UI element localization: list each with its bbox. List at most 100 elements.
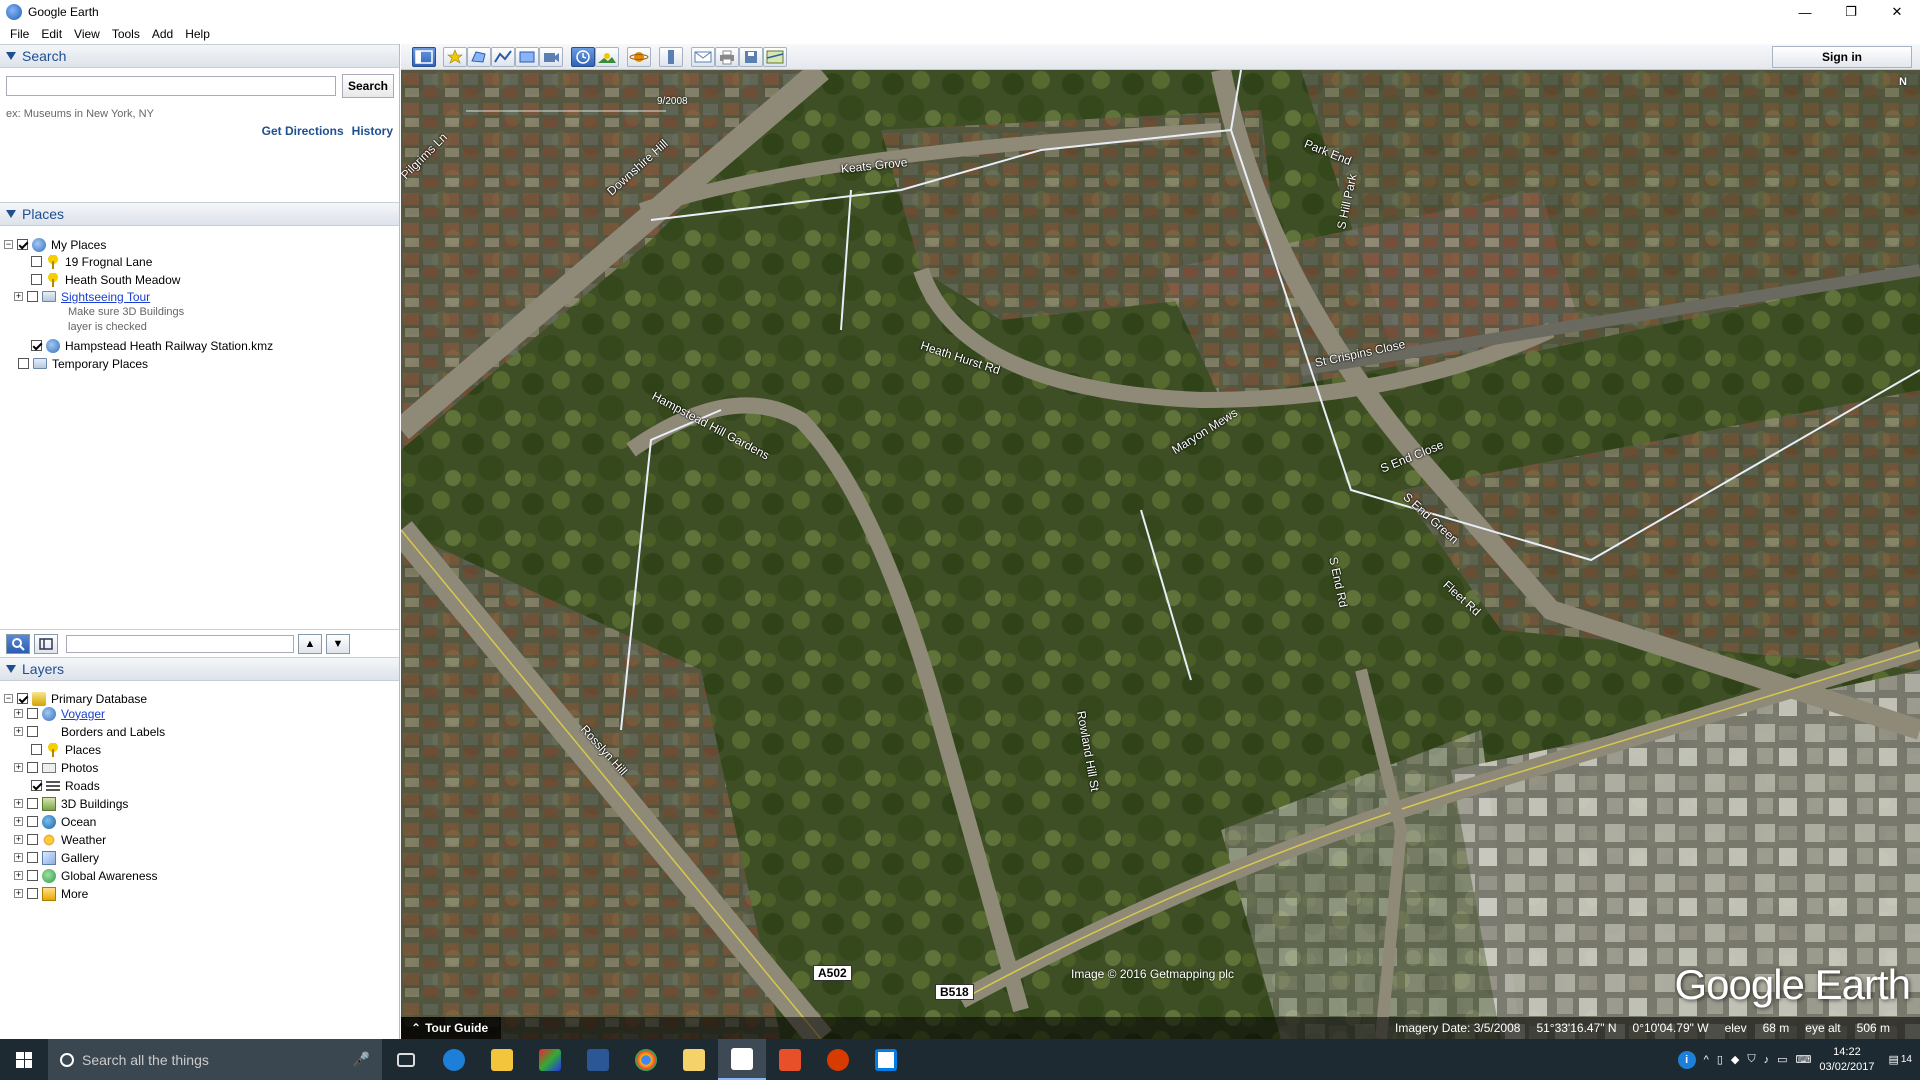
layer-ocean[interactable]: + Ocean [14, 813, 96, 830]
expand-icon[interactable]: + [14, 763, 23, 772]
edge-app[interactable] [430, 1039, 478, 1080]
menu-help[interactable]: Help [179, 27, 216, 41]
layer-3d-buildings[interactable]: + 3D Buildings [14, 795, 128, 812]
frognal-lane-checkbox[interactable] [31, 256, 42, 267]
layer-roads[interactable]: Roads [31, 777, 100, 794]
clock[interactable]: 14:22 03/02/2017 [1819, 1045, 1874, 1075]
menu-view[interactable]: View [68, 27, 106, 41]
search-places-button[interactable] [6, 633, 30, 654]
menu-add[interactable]: Add [146, 27, 179, 41]
mail-app[interactable] [670, 1039, 718, 1080]
close-button[interactable]: ✕ [1874, 0, 1920, 24]
menu-edit[interactable]: Edit [35, 27, 68, 41]
add-path-button[interactable] [491, 47, 515, 67]
layer-photos[interactable]: + Photos [14, 759, 98, 776]
places-layer-checkbox[interactable] [31, 744, 42, 755]
get-directions-link[interactable]: Get Directions [262, 124, 344, 138]
layer-borders[interactable]: + Borders and Labels [14, 723, 165, 740]
expand-icon[interactable]: + [14, 709, 23, 718]
info-icon[interactable]: i [1677, 1050, 1696, 1069]
history-link[interactable]: History [352, 124, 393, 138]
railway-station-checkbox[interactable] [31, 340, 42, 351]
sightseeing-tour-link[interactable]: Sightseeing Tour [61, 290, 150, 304]
chrome-app[interactable] [622, 1039, 670, 1080]
expand-icon[interactable]: + [14, 292, 23, 301]
places-filter-input[interactable] [66, 634, 294, 653]
layer-gallery[interactable]: + Gallery [14, 849, 99, 866]
dropbox-tray-icon[interactable]: ◆ [1731, 1053, 1739, 1066]
expand-icon[interactable]: + [14, 871, 23, 880]
expand-icon[interactable]: + [14, 727, 23, 736]
my-places-checkbox[interactable] [17, 239, 28, 250]
email-button[interactable] [691, 47, 715, 67]
layer-weather[interactable]: + Weather [14, 831, 106, 848]
save-image-button[interactable] [739, 47, 763, 67]
tree-item-temporary-places[interactable]: Temporary Places [18, 355, 148, 372]
menu-tools[interactable]: Tools [106, 27, 146, 41]
add-polygon-button[interactable] [467, 47, 491, 67]
battery-icon[interactable]: ▯ [1717, 1053, 1723, 1066]
chevron-up-icon[interactable]: ^ [1704, 1054, 1709, 1066]
sign-in-button[interactable]: Sign in [1772, 46, 1912, 68]
move-up-button[interactable]: ▲ [298, 633, 322, 654]
view-in-maps-button[interactable] [763, 47, 787, 67]
add-overlay-button[interactable] [515, 47, 539, 67]
minimize-button[interactable]: — [1782, 0, 1828, 24]
office-app[interactable] [766, 1039, 814, 1080]
shield-icon[interactable]: ⛉ [1747, 1053, 1755, 1066]
search-button[interactable]: Search [342, 74, 394, 98]
historical-timeline-slider[interactable] [466, 110, 666, 120]
more-checkbox[interactable] [27, 888, 38, 899]
media-app[interactable] [526, 1039, 574, 1080]
notifications-icon[interactable]: ▤ 14 [1888, 1053, 1912, 1066]
north-compass-icon[interactable]: N [1892, 76, 1914, 98]
file-explorer-app[interactable] [478, 1039, 526, 1080]
roads-checkbox[interactable] [31, 780, 42, 791]
tree-item-frognal-lane[interactable]: 19 Frognal Lane [31, 253, 152, 270]
historical-imagery-button[interactable] [571, 47, 595, 67]
voyager-checkbox[interactable] [27, 708, 38, 719]
layer-voyager[interactable]: + Voyager [14, 705, 105, 722]
voyager-label[interactable]: Voyager [61, 707, 105, 721]
collapse-icon[interactable]: − [4, 240, 13, 249]
weather-checkbox[interactable] [27, 834, 38, 845]
earth-map-view[interactable]: 9/2008 N Pilgrims Ln Downshire Hill Keat… [401, 70, 1920, 1039]
primary-database-checkbox[interactable] [17, 693, 28, 704]
gallery-checkbox[interactable] [27, 852, 38, 863]
expand-icon[interactable]: + [14, 799, 23, 808]
3d-buildings-checkbox[interactable] [27, 798, 38, 809]
keyboard-icon[interactable]: ⌨ [1796, 1053, 1812, 1066]
creative-app[interactable] [814, 1039, 862, 1080]
panel-toggle-button[interactable] [34, 633, 58, 654]
move-down-button[interactable]: ▼ [326, 633, 350, 654]
notepad-app[interactable] [718, 1039, 766, 1080]
layer-more[interactable]: + More [14, 885, 88, 902]
start-button[interactable] [0, 1039, 48, 1080]
places-section-header[interactable]: Places [0, 202, 399, 226]
planets-button[interactable] [627, 47, 651, 67]
tour-guide-button[interactable]: ⌃ Tour Guide [401, 1017, 501, 1039]
dropbox-app[interactable] [862, 1039, 910, 1080]
collapse-icon[interactable]: − [4, 694, 13, 703]
sunlight-button[interactable] [595, 47, 619, 67]
sidebar-toggle-button[interactable] [412, 47, 436, 67]
tree-item-sightseeing-tour[interactable]: + Sightseeing Tour [14, 288, 150, 305]
global-awareness-checkbox[interactable] [27, 870, 38, 881]
search-section-header[interactable]: Search [0, 44, 399, 68]
heath-south-meadow-checkbox[interactable] [31, 274, 42, 285]
borders-checkbox[interactable] [27, 726, 38, 737]
search-input[interactable] [6, 76, 336, 96]
add-placemark-button[interactable] [443, 47, 467, 67]
volume-icon[interactable]: ♪ [1764, 1054, 1770, 1066]
expand-icon[interactable]: + [14, 889, 23, 898]
menu-file[interactable]: File [4, 27, 35, 41]
expand-icon[interactable]: + [14, 817, 23, 826]
layer-places[interactable]: Places [31, 741, 101, 758]
microphone-icon[interactable]: 🎤 [353, 1051, 370, 1068]
layers-section-header[interactable]: Layers [0, 657, 399, 681]
tree-item-my-places[interactable]: − My Places [4, 236, 106, 253]
photos-checkbox[interactable] [27, 762, 38, 773]
taskbar-search-box[interactable]: Search all the things 🎤 [48, 1039, 382, 1080]
print-button[interactable] [715, 47, 739, 67]
word-app[interactable] [574, 1039, 622, 1080]
